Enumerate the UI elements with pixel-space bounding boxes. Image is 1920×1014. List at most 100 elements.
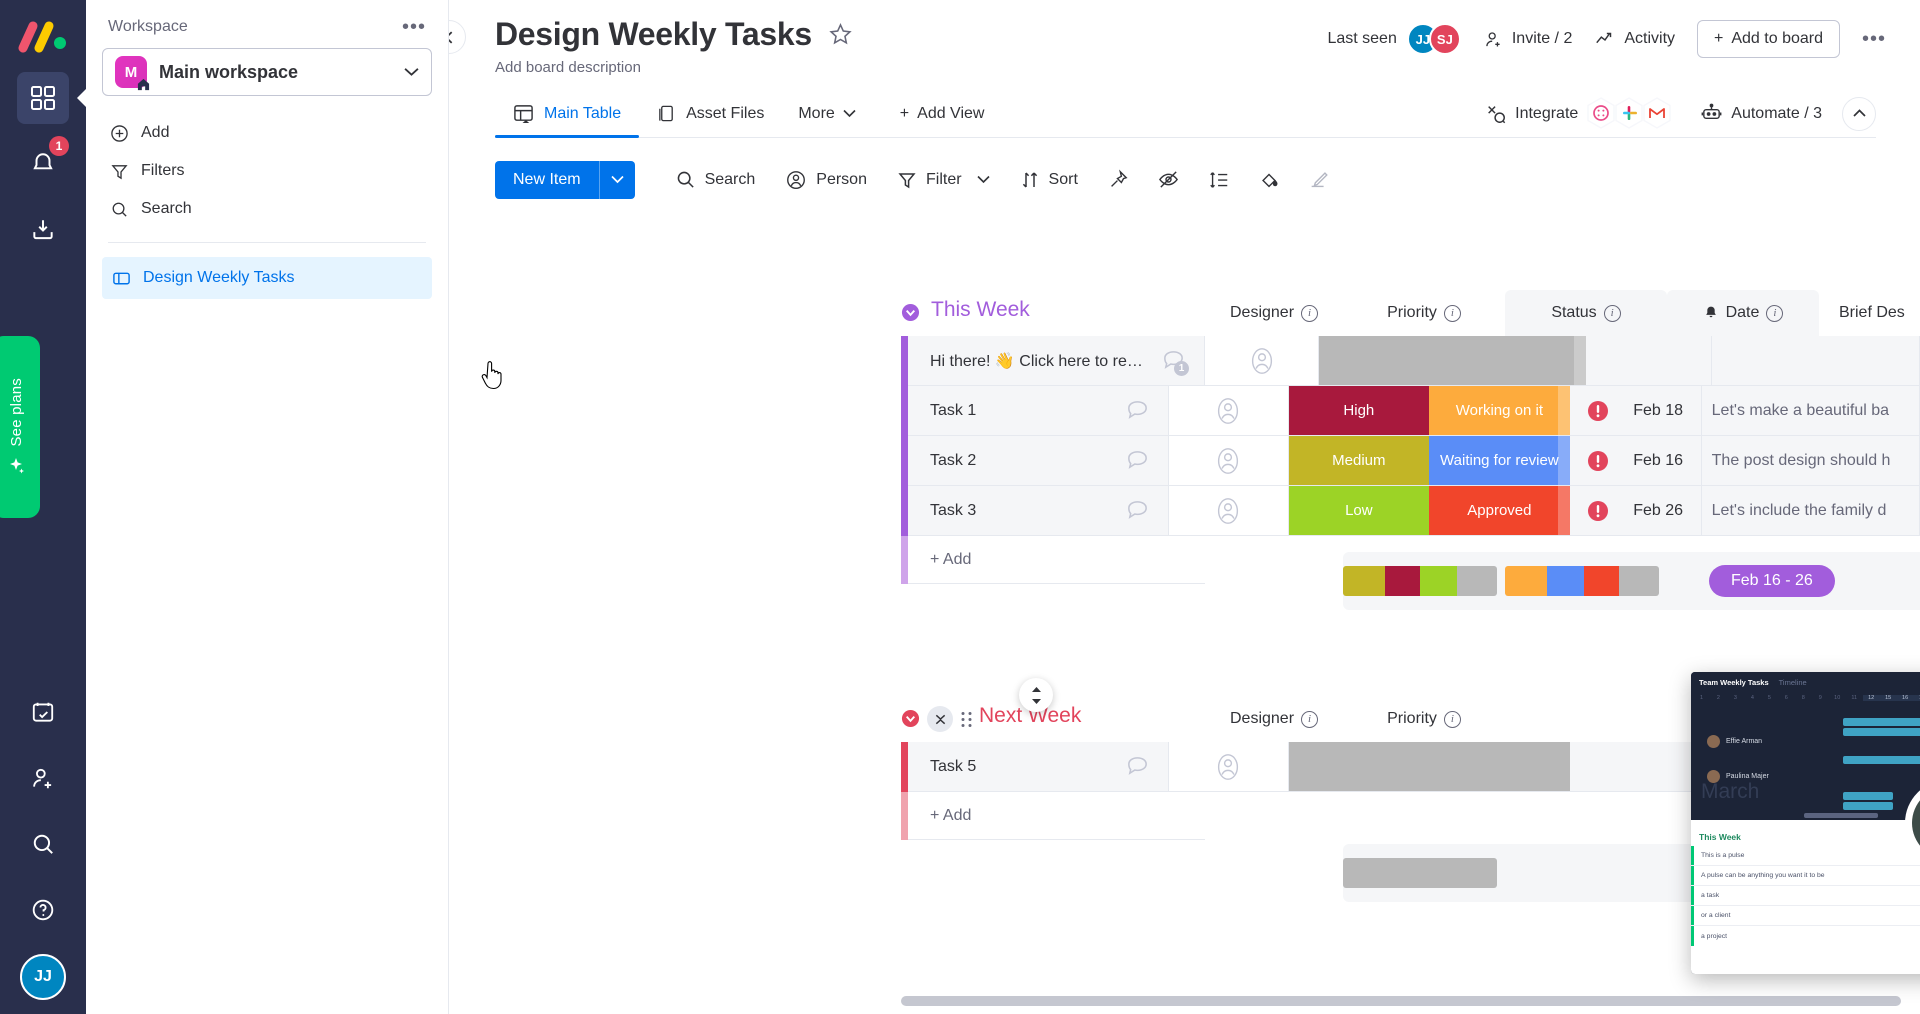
group-collapse-toggle-icon[interactable] [927, 706, 953, 732]
column-header-designer[interactable]: Designer i [1205, 290, 1343, 336]
table-row[interactable]: Hi there! 👋 Click here to read abou… 1 [901, 336, 1920, 386]
cell-date[interactable]: Feb 26 [1569, 486, 1702, 536]
automate-button[interactable]: Automate / 3 [1700, 102, 1822, 125]
cell-date[interactable]: Feb 16 [1569, 436, 1702, 486]
new-item-dropdown-icon[interactable] [598, 160, 635, 199]
color-fill-icon[interactable] [1247, 161, 1291, 199]
column-header-brief-description[interactable]: Brief Des [1829, 290, 1920, 336]
cell-status[interactable]: Working on it [1429, 386, 1570, 436]
updates-icon[interactable] [1125, 448, 1150, 473]
sidebar-item-search[interactable]: Search [102, 190, 432, 228]
rail-item-inbox[interactable] [17, 204, 69, 256]
group-collapse-icon[interactable] [901, 709, 920, 728]
cell-item-name[interactable]: Task 5 [908, 742, 1169, 792]
chevron-down-icon[interactable] [976, 175, 990, 184]
info-icon[interactable]: i [1766, 304, 1784, 322]
group-reorder-button[interactable] [1019, 678, 1053, 712]
updates-icon[interactable] [1125, 498, 1150, 523]
search-board-button[interactable]: Search [663, 161, 768, 198]
cell-item-name[interactable]: Hi there! 👋 Click here to read abou… 1 [908, 336, 1205, 386]
cell-designer[interactable] [1168, 436, 1289, 486]
cell-status[interactable]: Approved [1429, 486, 1570, 536]
cell-priority[interactable] [1288, 742, 1430, 792]
collapse-all-icon[interactable] [1297, 161, 1341, 199]
tab-asset-files[interactable]: Asset Files [639, 90, 782, 137]
cell-date[interactable] [1586, 336, 1712, 386]
cell-designer[interactable] [1168, 486, 1289, 536]
rail-item-notifications[interactable]: 1 [17, 136, 69, 190]
cell-brief-description[interactable]: Let's make a beautiful ba [1701, 386, 1920, 436]
table-row[interactable]: Task 3 Low Approved Feb 26 Let's include… [901, 486, 1920, 536]
cell-brief-description[interactable]: Let's include the family d [1701, 486, 1920, 536]
rail-item-search[interactable] [17, 818, 69, 870]
avatar[interactable]: SJ [1428, 23, 1461, 55]
updates-icon[interactable]: 1 [1161, 348, 1189, 376]
group-drag-handle-icon[interactable] [961, 711, 972, 728]
column-header-designer[interactable]: Designer i [1205, 696, 1343, 742]
cell-date[interactable]: Feb 18 [1569, 386, 1702, 436]
info-icon[interactable]: i [1301, 304, 1319, 322]
cell-designer[interactable] [1168, 386, 1289, 436]
favorite-star-icon[interactable] [828, 22, 853, 47]
sidebar-item-design-weekly-tasks[interactable]: Design Weekly Tasks [102, 257, 432, 299]
board-more-options-icon[interactable]: ••• [1862, 29, 1886, 49]
cell-designer[interactable] [1168, 742, 1289, 792]
integrate-button[interactable]: Integrate [1485, 103, 1578, 125]
cell-brief-description[interactable] [1711, 336, 1920, 386]
column-header-priority[interactable]: Priority i [1343, 696, 1505, 742]
board-description[interactable]: Add board description [495, 59, 1876, 76]
user-avatar[interactable]: JJ [20, 954, 66, 1000]
horizontal-scrollbar[interactable] [901, 996, 1901, 1006]
info-icon[interactable]: i [1603, 304, 1621, 322]
column-header-status[interactable]: Status i [1505, 290, 1667, 336]
new-item-button[interactable]: New Item [495, 160, 635, 199]
info-icon[interactable]: i [1301, 710, 1319, 728]
sidebar-item-filters[interactable]: Filters [102, 152, 432, 190]
cell-status[interactable]: Waiting for review [1429, 436, 1570, 486]
info-icon[interactable]: i [1443, 710, 1461, 728]
cell-item-name[interactable]: Task 1 [908, 386, 1169, 436]
tab-main-table[interactable]: Main Table [495, 90, 640, 138]
rail-item-workspaces[interactable] [17, 72, 69, 124]
pin-icon[interactable] [1096, 161, 1140, 199]
hide-eye-icon[interactable] [1146, 160, 1191, 199]
updates-icon[interactable] [1125, 398, 1150, 423]
group-title[interactable]: This Week [931, 298, 1030, 322]
cell-date[interactable] [1569, 742, 1702, 792]
sort-button[interactable]: Sort [1008, 162, 1090, 198]
cell-item-name[interactable]: Task 3 [908, 486, 1169, 536]
group-collapse-icon[interactable] [901, 303, 920, 322]
see-plans-button[interactable]: See plans [0, 336, 40, 518]
cell-priority[interactable]: High [1288, 386, 1430, 436]
rail-item-my-work[interactable] [17, 686, 69, 738]
collapse-header-button[interactable] [1842, 96, 1876, 131]
add-view-button[interactable]: + Add View [884, 105, 1001, 123]
monday-logo-icon[interactable] [17, 16, 69, 58]
cell-priority[interactable] [1319, 336, 1453, 386]
updates-icon[interactable] [1125, 754, 1150, 779]
rail-item-invite[interactable] [17, 752, 69, 804]
table-row[interactable]: Task 2 Medium Waiting for review Feb 16 … [901, 436, 1920, 486]
activity-button[interactable]: Activity [1594, 28, 1675, 50]
priority-summary-bar[interactable] [1343, 858, 1497, 888]
sidebar-item-add[interactable]: Add [102, 114, 432, 152]
row-height-icon[interactable] [1197, 161, 1241, 199]
cell-priority[interactable]: Low [1288, 486, 1430, 536]
workspace-more-icon[interactable]: ••• [402, 17, 426, 37]
column-header-date[interactable]: Date i [1667, 290, 1819, 336]
filter-button[interactable]: Filter [885, 162, 1002, 198]
status-summary-bar[interactable] [1505, 566, 1659, 596]
column-header-priority[interactable]: Priority i [1343, 290, 1505, 336]
cell-priority[interactable]: Medium [1288, 436, 1430, 486]
tutorial-video-overlay[interactable]: Team Weekly Tasks Timeline Person Timeli… [1691, 672, 1920, 974]
info-icon[interactable]: i [1443, 304, 1461, 322]
workspace-selector[interactable]: M Main workspace [102, 48, 432, 96]
rail-item-help[interactable] [17, 884, 69, 936]
gmail-icon[interactable] [1640, 95, 1674, 133]
cell-item-name[interactable]: Task 2 [908, 436, 1169, 486]
table-row[interactable]: Task 1 High Working on it Feb 18 Let's m… [901, 386, 1920, 436]
cell-status[interactable] [1452, 336, 1587, 386]
chevron-down-icon[interactable] [404, 67, 419, 77]
add-to-board-button[interactable]: + Add to board [1697, 20, 1840, 58]
priority-summary-bar[interactable] [1343, 566, 1497, 596]
